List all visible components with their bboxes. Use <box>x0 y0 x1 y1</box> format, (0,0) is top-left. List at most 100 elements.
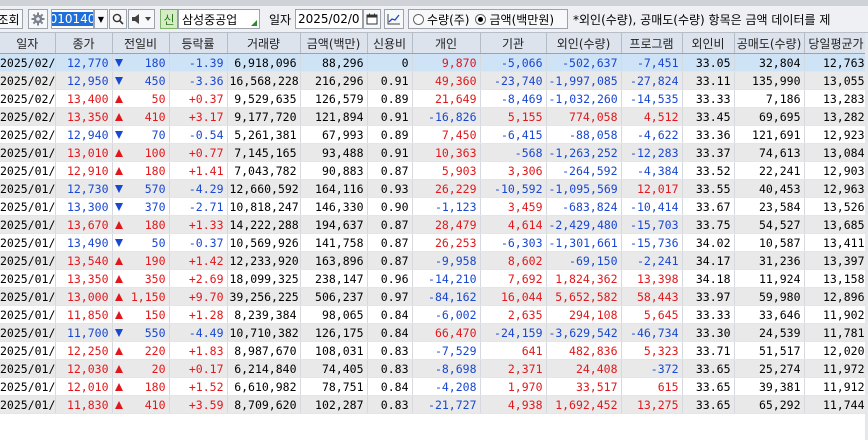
cell-date-value: 2025/01/14 <box>0 307 55 322</box>
table-row[interactable]: 2025/01/22 13,300 370 -2.71 10,818,247 146,33… <box>0 197 868 216</box>
cell-rate: +3.59 <box>169 395 228 414</box>
table-row[interactable]: 2025/02/03 12,940 70 -0.54 5,261,381 67,993 0.… <box>0 125 868 144</box>
cell-credit-value: 0.84 <box>380 379 409 394</box>
date-input-field[interactable] <box>296 12 362 26</box>
cell-short-value: 39,381 <box>758 379 801 394</box>
table-row[interactable]: 2025/01/15 13,000 1,150 +9.70 39,256,225 506,… <box>0 287 868 306</box>
col-header[interactable]: 프로그램 <box>621 33 683 54</box>
cell-volume: 39,256,225 <box>227 287 301 306</box>
cell-change-value: 50 <box>151 91 166 106</box>
down-triangle-icon <box>114 203 123 211</box>
cell-short: 23,584 <box>734 197 805 216</box>
table-row[interactable]: 2025/01/09 12,030 20 +0.17 6,214,840 74,405 0.… <box>0 359 868 378</box>
cell-fratio-value: 34.02 <box>695 235 731 250</box>
table-row[interactable]: 2025/01/31 13,010 100 +0.77 7,145,165 93,488 0… <box>0 143 868 162</box>
search-button[interactable] <box>109 9 127 29</box>
cell-close-value: 12,730 <box>66 181 109 196</box>
cell-inst-value: 3,306 <box>507 163 543 178</box>
col-header[interactable]: 등락률 <box>169 33 228 54</box>
col-header[interactable]: 신용비 <box>367 33 413 54</box>
col-header[interactable]: 외인(수량) <box>546 33 622 54</box>
col-header[interactable]: 종가 <box>55 33 113 54</box>
table-row[interactable]: 2025/02/04 13,350 410 +3.17 9,177,720 121,894… <box>0 107 868 126</box>
col-header[interactable]: 공매도(수량) <box>734 33 805 54</box>
cell-rate-value: -2.71 <box>188 199 224 214</box>
cell-volume-value: 12,660,592 <box>229 181 299 196</box>
cell-fratio-value: 33.52 <box>695 163 731 178</box>
table-row[interactable]: 2025/01/10 12,250 220 +1.83 8,987,670 108,031… <box>0 341 868 360</box>
cell-avg: 13,685 <box>804 215 868 234</box>
calendar-button[interactable] <box>363 9 381 29</box>
table-row[interactable]: 2025/01/13 11,700 550 -4.49 10,710,382 126,17… <box>0 323 868 342</box>
date-input[interactable] <box>295 9 363 29</box>
chart-button[interactable] <box>384 9 404 29</box>
col-header[interactable]: 개인 <box>412 33 481 54</box>
cell-foreign: 5,652,582 <box>546 287 622 306</box>
col-header[interactable]: 일자 <box>0 33 56 54</box>
settings-button[interactable] <box>28 9 48 29</box>
table-row[interactable]: 2025/01/20 13,490 50 -0.37 10,569,926 141,758… <box>0 233 868 252</box>
cell-credit-value: 0.96 <box>380 271 409 286</box>
cell-rate-value: +0.77 <box>188 145 224 160</box>
cell-short: 65,292 <box>734 395 805 414</box>
cell-indiv-value: -4,208 <box>434 379 477 394</box>
radio-quantity-circle[interactable] <box>413 13 424 25</box>
cell-amount-value: 78,751 <box>321 379 364 394</box>
cell-close: 12,770 <box>55 53 113 72</box>
cell-change: 70 <box>112 125 170 144</box>
cell-inst-value: 641 <box>521 343 543 358</box>
col-header[interactable]: 전일비 <box>112 33 170 54</box>
code-dropdown-button[interactable]: ▼ <box>94 9 108 29</box>
cell-change-value: 100 <box>144 145 166 160</box>
radio-amount-circle[interactable] <box>475 13 487 25</box>
cell-inst: 4,938 <box>480 395 547 414</box>
table-row[interactable]: 2025/02/05 13,400 50 +0.37 9,529,635 126,579 0… <box>0 89 868 108</box>
table-row[interactable]: 2025/01/23 12,730 570 -4.29 12,660,592 164,11… <box>0 179 868 198</box>
table-row[interactable]: 2025/01/07 11,830 410 +3.59 8,709,620 102,287… <box>0 395 868 414</box>
cell-amount: 90,883 <box>300 161 368 180</box>
cell-credit-value: 0.89 <box>380 127 409 142</box>
cell-indiv-value: -1,123 <box>434 199 477 214</box>
table-row[interactable]: 2025/01/16 13,350 350 +2.69 18,099,325 238,14… <box>0 269 868 288</box>
cell-rate: -3.36 <box>169 71 228 90</box>
cell-indiv-value: 26,229 <box>434 181 477 196</box>
cell-inst: -5,066 <box>480 53 547 72</box>
cell-indiv-value: 10,363 <box>434 145 477 160</box>
col-header[interactable]: 금액(백만) <box>300 33 368 54</box>
table-row[interactable]: 2025/02/06 12,950 450 -3.36 16,568,228 216,29… <box>0 71 868 90</box>
cell-inst-value: -8,469 <box>500 91 543 106</box>
stock-name-field[interactable]: 삼성중공업 <box>178 9 260 29</box>
table-row[interactable]: 2025/02/07 12,770 180 -1.39 6,918,096 88,296 0… <box>0 53 868 72</box>
cell-amount-value: 126,175 <box>315 325 364 340</box>
cell-program: -27,824 <box>621 71 683 90</box>
table-row[interactable]: 2025/01/17 13,540 190 +1.42 12,233,920 163,89… <box>0 251 868 270</box>
table-row[interactable]: 2025/01/08 12,010 180 +1.52 6,610,982 78,751 0… <box>0 377 868 396</box>
cell-date: 2025/01/15 <box>0 287 56 306</box>
radio-amount[interactable]: 금액(백만원) <box>475 11 554 28</box>
cell-fratio-value: 33.11 <box>695 73 731 88</box>
table-row[interactable]: 2025/01/21 13,670 180 +1.33 14,222,288 194,63… <box>0 215 868 234</box>
col-header[interactable]: 거래량 <box>227 33 301 54</box>
speaker-button[interactable] <box>128 9 155 29</box>
cell-amount: 238,147 <box>300 269 368 288</box>
col-header[interactable]: 외인비 <box>682 33 735 54</box>
stock-code-input[interactable]: 010140 <box>51 9 94 29</box>
cell-rate: +0.77 <box>169 143 228 162</box>
cell-short: 24,539 <box>734 323 805 342</box>
query-button[interactable]: 조회 <box>0 9 23 29</box>
cell-indiv: -4,208 <box>412 377 481 396</box>
cell-change: 450 <box>112 71 170 90</box>
col-header[interactable]: 당일평균가 <box>804 33 868 54</box>
radio-quantity[interactable]: 수량(주) <box>413 11 469 28</box>
cell-program: -10,414 <box>621 197 683 216</box>
table-row[interactable]: 2025/01/24 12,910 180 +1.41 7,043,782 90,883 0… <box>0 161 868 180</box>
cell-foreign: -1,997,085 <box>546 71 622 90</box>
col-header[interactable]: 기관 <box>480 33 547 54</box>
cell-inst-value: 4,938 <box>507 397 543 412</box>
cell-fratio: 33.97 <box>682 287 735 306</box>
cell-date-value: 2025/01/08 <box>0 379 55 394</box>
cell-amount-value: 141,758 <box>315 235 364 250</box>
cell-foreign: 482,836 <box>546 341 622 360</box>
table-row[interactable]: 2025/01/14 11,850 150 +1.28 8,239,384 98,065 0… <box>0 305 868 324</box>
cell-inst-value: -24,159 <box>494 325 543 340</box>
